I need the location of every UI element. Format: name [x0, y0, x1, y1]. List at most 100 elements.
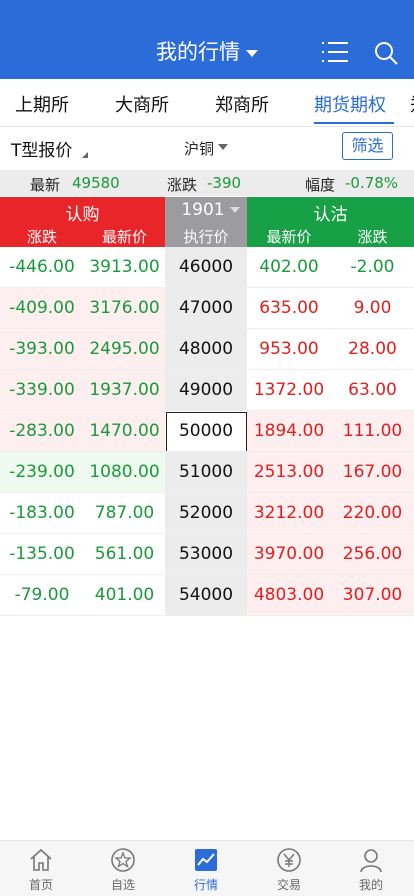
- call-price-cell: 2495.00: [89, 339, 160, 359]
- table-row[interactable]: -446.00 3913.00 46000 402.00 -2.00: [0, 247, 414, 288]
- list-menu-icon[interactable]: [322, 41, 348, 63]
- call-price-cell: 561.00: [94, 544, 155, 564]
- put-price-cell: 2513.00: [253, 462, 325, 482]
- nav-home-label: 首页: [28, 878, 53, 892]
- put-price-cell: 402.00: [259, 257, 319, 277]
- strike-cell: 48000: [178, 339, 234, 359]
- change-label: 涨跌: [167, 176, 198, 194]
- call-change-cell: -135.00: [9, 544, 75, 564]
- call-change-cell: -339.00: [9, 380, 75, 400]
- latest-value: 49580: [72, 174, 120, 192]
- table-row[interactable]: -183.00 787.00 52000 3212.00 220.00: [0, 493, 414, 534]
- table-row[interactable]: -339.00 1937.00 49000 1372.00 63.00: [0, 370, 414, 411]
- put-change-cell: 63.00: [348, 380, 397, 400]
- call-price-cell: 3176.00: [89, 298, 160, 318]
- put-price-cell: 3970.00: [253, 544, 325, 564]
- underlying-summary-bar: 最新 49580 涨跌 -390 幅度 -0.78%: [0, 170, 414, 196]
- table-row[interactable]: -393.00 2495.00 48000 953.00 28.00: [0, 329, 414, 370]
- put-change-cell: 256.00: [342, 544, 403, 564]
- header-title-dropdown[interactable]: 我的行情: [0, 36, 414, 66]
- call-price-cell: 1080.00: [89, 462, 160, 482]
- top-header: 我的行情: [0, 0, 414, 79]
- strike-cell: 54000: [178, 585, 234, 605]
- contract-selector[interactable]: 沪铜: [184, 138, 214, 159]
- strike-cell: 52000: [178, 503, 234, 523]
- chevron-down-icon[interactable]: [230, 207, 240, 213]
- tab-more-partial[interactable]: 郑: [410, 91, 414, 117]
- call-price-cell: 401.00: [94, 585, 155, 605]
- table-row[interactable]: -135.00 561.00 53000 3970.00 256.00: [0, 534, 414, 575]
- put-change-cell: 307.00: [342, 585, 403, 605]
- put-price-cell: 1894.00: [253, 421, 325, 441]
- call-change-cell: -283.00: [9, 421, 75, 441]
- change-value: -390: [207, 174, 242, 192]
- pct-label: 幅度: [305, 176, 336, 194]
- dropdown-caret-icon: [246, 49, 258, 57]
- header-title: 我的行情: [156, 40, 240, 64]
- tab-shfe[interactable]: 上期所: [15, 91, 69, 117]
- put-change-cell: 167.00: [342, 462, 403, 482]
- nav-trade[interactable]: 交易: [248, 841, 330, 896]
- call-price-cell: 1470.00: [89, 421, 160, 441]
- table-row[interactable]: -239.00 1080.00 51000 2513.00 167.00: [0, 452, 414, 493]
- tab-dce[interactable]: 大商所: [115, 91, 169, 117]
- nav-market[interactable]: 行情: [165, 841, 247, 896]
- table-row[interactable]: -79.00 401.00 54000 4803.00 307.00: [0, 575, 414, 616]
- call-title: 认购: [65, 205, 100, 225]
- table-row-at-the-money[interactable]: -283.00 1470.00 50000 1894.00 111.00: [0, 411, 414, 452]
- strike-header: 1901 执行价: [165, 197, 247, 247]
- t-quote-selector[interactable]: T型报价: [11, 136, 72, 161]
- put-change-cell: -2.00: [350, 257, 395, 277]
- app-root: 我的行情 上期所 大商所 郑商所 期货期权 郑 T型报价 沪铜 筛选 最新 49…: [0, 0, 414, 896]
- tab-futures-options[interactable]: 期货期权: [314, 91, 386, 117]
- chart-icon: [195, 849, 217, 871]
- strike-cell: 49000: [178, 380, 234, 400]
- pct-value: -0.78%: [345, 174, 399, 192]
- user-icon: [360, 849, 382, 873]
- put-change-cell: 28.00: [348, 339, 397, 359]
- tab-czce[interactable]: 郑商所: [215, 91, 269, 117]
- put-price-cell: 4803.00: [253, 585, 325, 605]
- put-title: 认沽: [313, 205, 348, 225]
- put-price-cell: 635.00: [259, 298, 319, 318]
- option-table-header: 认购 涨跌 最新价 1901 执行价 认沽 最新价 涨跌: [0, 197, 414, 247]
- nav-watchlist-label: 自选: [110, 878, 135, 892]
- call-change-cell: -446.00: [9, 257, 75, 277]
- strike-cell: 50000: [178, 421, 234, 441]
- put-price-cell: 3212.00: [253, 503, 325, 523]
- put-change-cell: 111.00: [342, 421, 403, 441]
- nav-market-label: 行情: [193, 878, 218, 892]
- call-price-cell: 1937.00: [89, 380, 160, 400]
- put-price-header: 最新价: [266, 228, 312, 246]
- put-header: 认沽 最新价 涨跌: [247, 197, 414, 247]
- nav-trade-label: 交易: [276, 878, 301, 892]
- put-price-cell: 953.00: [259, 339, 319, 359]
- call-price-header: 最新价: [101, 228, 147, 246]
- filter-row: T型报价 沪铜 筛选: [0, 127, 414, 168]
- chevron-down-icon[interactable]: [218, 144, 228, 150]
- nav-watchlist[interactable]: 自选: [82, 841, 164, 896]
- corner-triangle-icon: [82, 152, 88, 158]
- call-change-cell: -409.00: [9, 298, 75, 318]
- put-change-cell: 9.00: [353, 298, 392, 318]
- nav-home[interactable]: 首页: [0, 841, 82, 896]
- strike-cell: 46000: [178, 257, 234, 277]
- strike-column-header: 执行价: [183, 228, 229, 246]
- home-icon: [30, 848, 52, 871]
- call-price-cell: 787.00: [94, 503, 155, 523]
- call-change-cell: -393.00: [9, 339, 75, 359]
- active-tab-indicator: [314, 122, 394, 124]
- call-header: 认购 涨跌 最新价: [0, 197, 165, 247]
- search-icon[interactable]: [374, 41, 398, 65]
- filter-button[interactable]: 筛选: [342, 132, 393, 160]
- call-price-cell: 3913.00: [89, 257, 160, 277]
- call-change-cell: -239.00: [9, 462, 75, 482]
- call-change-header: 涨跌: [26, 228, 57, 246]
- strike-cell: 47000: [178, 298, 234, 318]
- table-row[interactable]: -409.00 3176.00 47000 635.00 9.00: [0, 288, 414, 329]
- nav-profile[interactable]: 我的: [330, 841, 412, 896]
- strike-cell: 51000: [178, 462, 234, 482]
- call-change-cell: -183.00: [9, 503, 75, 523]
- put-price-cell: 1372.00: [253, 380, 325, 400]
- bottom-navigation: 首页 自选 行情 交易 我的: [0, 840, 414, 896]
